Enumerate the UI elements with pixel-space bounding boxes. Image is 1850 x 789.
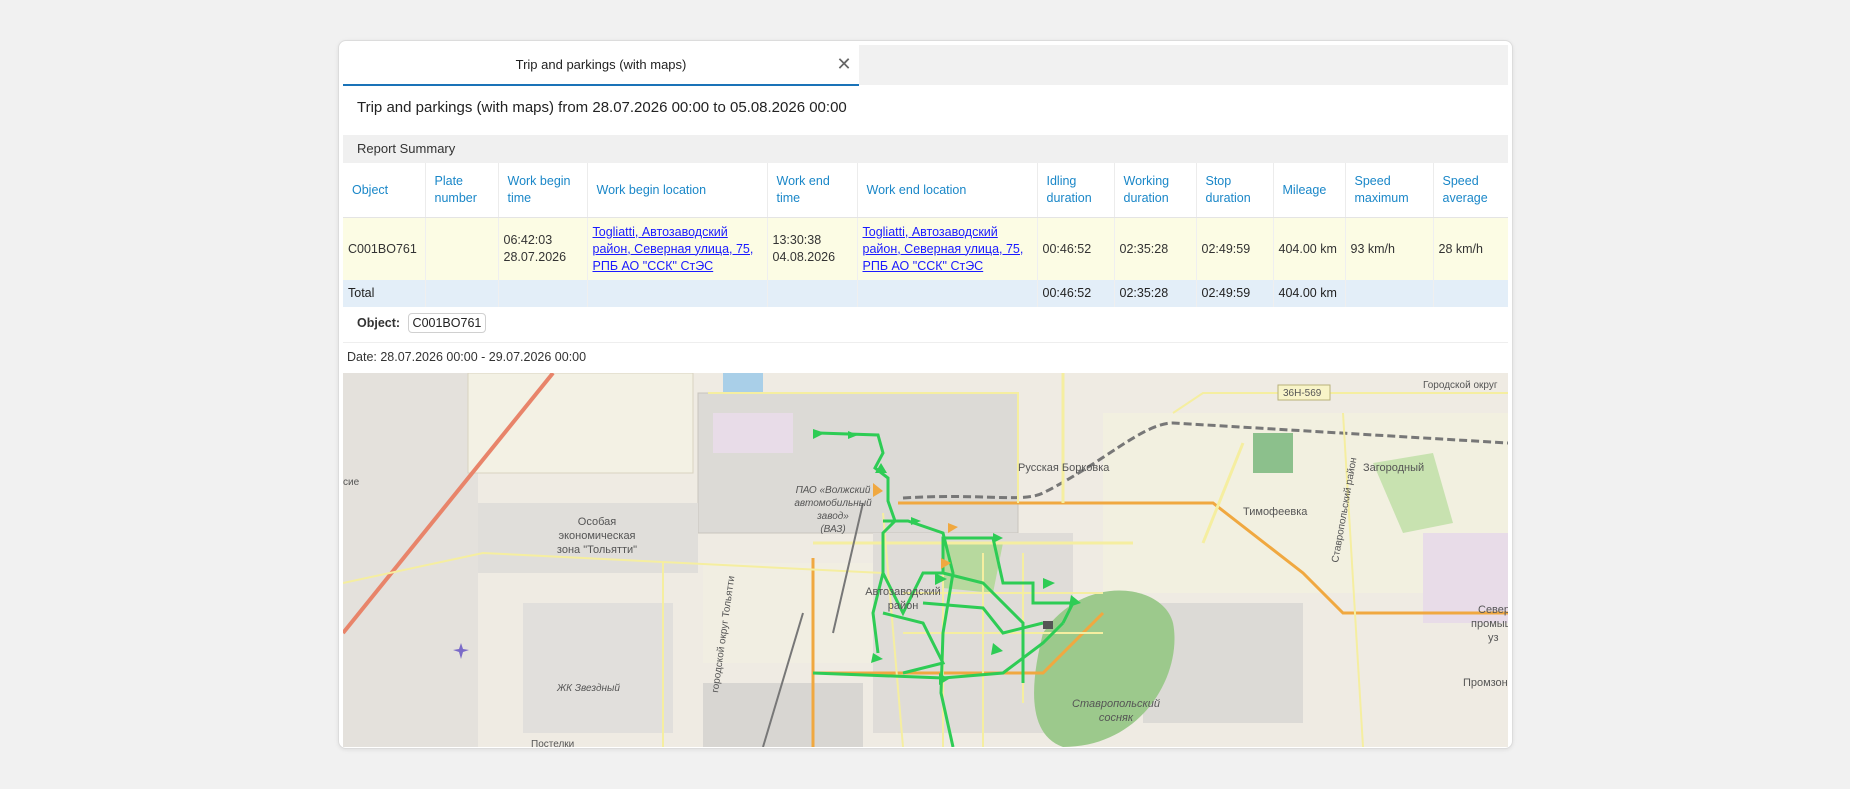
cell-speed-max: 93 km/h [1345,217,1434,280]
total-stop: 02:49:59 [1196,280,1274,307]
map-label-vaz-2: автомобильный [794,497,872,509]
report-panel: Trip and parkings (with maps) ✕ Trip and… [338,40,1513,749]
col-stop[interactable]: Stop duration [1196,163,1274,218]
object-filter-label: Object: [357,316,401,330]
cell-speed-avg: 28 km/h [1433,217,1508,280]
col-speed-avg[interactable]: Speed average [1433,163,1508,218]
col-end-location[interactable]: Work end location [857,163,1038,218]
cell-plate [425,217,499,280]
map-label-sez-1: Особая [578,516,616,528]
map-canvas[interactable]: 36Н-569 Городской округ Русская Борковка… [343,373,1508,747]
map-label-vaz-4: (ВАЗ) [820,524,845,535]
cell-end-location: Togliatti, Автозаводский район, Северная… [857,217,1038,280]
map-label-zagorodny: Загородный [1363,462,1424,474]
col-end-time[interactable]: Work end time [767,163,858,218]
total-mileage: 404.00 km [1273,280,1346,307]
cell-working: 02:35:28 [1114,217,1197,280]
map-label-road-sign: 36Н-569 [1283,388,1322,399]
map-label-ring-road: Городской округ [1423,380,1498,391]
cell-begin-location: Togliatti, Автозаводский район, Северная… [587,217,768,280]
map-label-north-1: Север [1478,604,1508,616]
map-label-pine-1: Ставропольский [1072,698,1160,710]
object-filter-chip[interactable]: C001BO761 [407,313,487,333]
tab-trip-parkings[interactable]: Trip and parkings (with maps) ✕ [343,45,859,86]
tab-label: Trip and parkings (with maps) [515,57,687,72]
map-label-timofeevka: Тимофеевка [1243,506,1308,518]
col-object[interactable]: Object [343,163,426,218]
total-working: 02:35:28 [1114,280,1197,307]
map-label-postelki: Постелки [531,739,574,747]
col-working[interactable]: Working duration [1114,163,1197,218]
table-header-row: Object Plate number Work begin time Work… [343,163,1508,218]
divider [343,342,1508,343]
track-map[interactable]: 36Н-569 Городской округ Русская Борковка… [343,373,1508,747]
col-begin-location[interactable]: Work begin location [587,163,768,218]
col-speed-max[interactable]: Speed maximum [1345,163,1434,218]
col-idling[interactable]: Idling duration [1037,163,1115,218]
cell-begin-time: 06:42:03 28.07.2026 [498,217,588,280]
table-row: C001BO761 06:42:03 28.07.2026 Togliatti,… [343,217,1508,280]
map-label-vaz-1: ПАО «Волжский [796,485,871,496]
map-label-avtozavodsky-1: Автозаводский [865,586,941,598]
cell-object: C001BO761 [343,217,426,280]
map-label-pine-2: сосняк [1099,712,1134,724]
map-label-russkaya-borkovka: Русская Борковка [1018,462,1110,474]
total-label: Total [343,280,426,307]
map-label-north-3: уз [1488,632,1499,644]
cell-mileage: 404.00 km [1273,217,1346,280]
begin-location-link[interactable]: Togliatti, Автозаводский район, Северная… [593,225,754,273]
map-label-promzona: Промзон [1463,677,1508,689]
report-summary-title: Report Summary [357,141,456,156]
col-mileage[interactable]: Mileage [1273,163,1346,218]
map-label-vaz-3: завод» [816,511,849,522]
report-summary-header: Report Summary [343,135,1508,163]
end-time-text: 13:30:38 04.08.2026 [772,233,836,264]
col-plate[interactable]: Plate number [425,163,499,218]
cell-stop: 02:49:59 [1196,217,1274,280]
object-filter: Object: C001BO761 [357,313,487,333]
cell-idling: 00:46:52 [1037,217,1115,280]
begin-time-text: 06:42:03 28.07.2026 [503,233,567,264]
date-range: Date: 28.07.2026 00:00 - 29.07.2026 00:0… [347,350,587,364]
tab-bar: Trip and parkings (with maps) ✕ [343,45,1508,86]
end-location-link[interactable]: Togliatti, Автозаводский район, Северная… [863,225,1024,273]
map-label-zvezdny: ЖК Звездный [556,683,620,694]
map-label-north-2: промыш [1471,618,1508,630]
map-label-sez-3: зона "Тольятти" [557,544,637,556]
map-label-avtozavodsky-2: район [888,600,919,612]
map-label-sez-2: экономическая [558,530,635,542]
parking-marker [1043,621,1053,629]
map-label-left-edge: сие [343,477,360,488]
col-begin-time[interactable]: Work begin time [498,163,588,218]
close-icon[interactable]: ✕ [834,53,854,75]
report-title: Trip and parkings (with maps) from 28.07… [357,99,847,116]
cell-end-time: 13:30:38 04.08.2026 [767,217,858,280]
total-row: Total 00:46:52 02:35:28 02:49:59 404.00 … [343,280,1508,307]
summary-table: Object Plate number Work begin time Work… [343,163,1508,307]
total-idling: 00:46:52 [1037,280,1115,307]
